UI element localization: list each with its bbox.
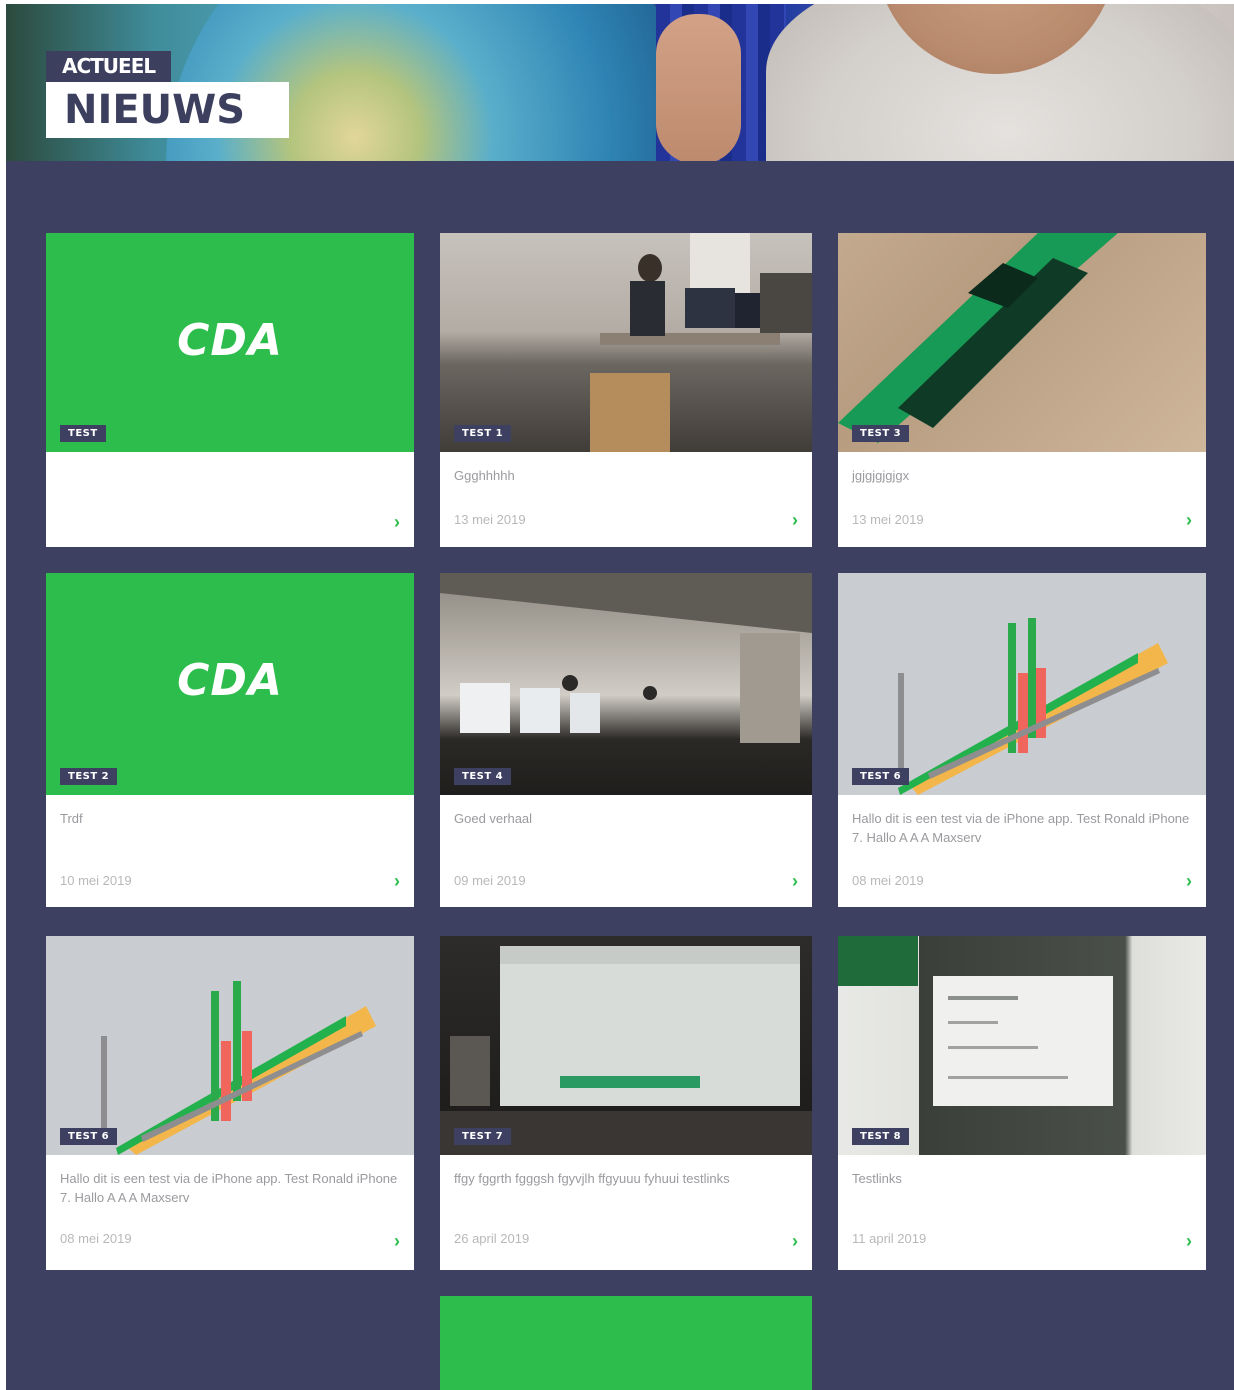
office-photo: [590, 233, 812, 452]
card-body: Ggghhhhh 13 mei 2019 ›: [440, 452, 812, 547]
card-body: jgjgjgjgjgx 13 mei 2019 ›: [838, 452, 1206, 547]
card-tag: TEST 6: [60, 1128, 118, 1145]
card-image: TEST 6: [46, 936, 414, 1155]
card-image: TEST 4: [440, 573, 812, 795]
card-title: Hallo dit is een test via de iPhone app.…: [60, 1171, 398, 1205]
news-card[interactable]: TEST 7 ffgy fggrth fgggsh fgyvjlh ffgyuu…: [440, 936, 812, 1270]
card-date: 08 mei 2019: [60, 1231, 132, 1246]
card-date: 09 mei 2019: [454, 873, 526, 888]
card-date: 08 mei 2019: [852, 873, 924, 888]
page-title: NIEUWS: [46, 82, 289, 138]
news-card[interactable]: CDA TEST ›: [46, 233, 414, 547]
card-image: TEST 6: [838, 573, 1206, 795]
hand-image: [656, 14, 741, 161]
card-title: Testlinks: [852, 1171, 902, 1186]
card-body: ›: [46, 452, 414, 547]
news-card[interactable]: CDA TEST 2 Trdf 10 mei 2019 ›: [46, 573, 414, 907]
chevron-right-icon[interactable]: ›: [1186, 871, 1192, 892]
card-tag: TEST 6: [852, 768, 910, 785]
card-body: Goed verhaal 09 mei 2019 ›: [440, 795, 812, 907]
card-body: Hallo dit is een test via de iPhone app.…: [838, 795, 1206, 907]
card-title: Goed verhaal: [454, 811, 533, 826]
section-kicker: ACTUEEL: [46, 51, 172, 82]
chevron-right-icon[interactable]: ›: [394, 512, 400, 533]
news-card[interactable]: TEST 3 jgjgjgjgjgx 13 mei 2019 ›: [838, 233, 1206, 547]
news-card[interactable]: TEST 8 Testlinks 11 april 2019 ›: [838, 936, 1206, 1270]
card-date: 10 mei 2019: [60, 873, 132, 888]
card-body: ffgy fggrth fgggsh fgyvjlh ffgyuuu fyhuu…: [440, 1155, 812, 1270]
card-body: Testlinks 11 april 2019 ›: [838, 1155, 1206, 1270]
chevron-right-icon[interactable]: ›: [792, 1231, 798, 1252]
hall-photo: [440, 573, 812, 743]
card-title: Trdf: [60, 811, 83, 826]
chevron-right-icon[interactable]: ›: [792, 871, 798, 892]
card-date: 13 mei 2019: [454, 512, 526, 527]
3d-chart-photo: [101, 981, 376, 1155]
card-image: TEST 8: [838, 936, 1206, 1155]
card-tag: TEST 7: [454, 1128, 512, 1145]
card-tag: TEST 4: [454, 768, 512, 785]
card-title: Hallo dit is een test via de iPhone app.…: [852, 811, 1190, 845]
card-tag: TEST 8: [852, 1128, 910, 1145]
news-card[interactable]: TEST 6 Hallo dit is een test via de iPho…: [46, 936, 414, 1270]
card-body: Hallo dit is een test via de iPhone app.…: [46, 1155, 414, 1270]
card-tag: TEST 3: [852, 425, 910, 442]
card-image: CDA TEST: [46, 233, 414, 452]
card-title: jgjgjgjgjgx: [852, 468, 910, 483]
card-tag: TEST 1: [454, 425, 512, 442]
chevron-right-icon[interactable]: ›: [394, 871, 400, 892]
chevron-right-icon[interactable]: ›: [792, 510, 798, 531]
card-tag: TEST 2: [60, 768, 118, 785]
card-image: TEST 7: [440, 936, 812, 1155]
green-device-photo: [838, 233, 1118, 443]
card-image: [440, 1296, 812, 1390]
cda-logo: CDA: [177, 315, 283, 366]
card-body: Trdf 10 mei 2019 ›: [46, 795, 414, 907]
card-image: TEST 3: [838, 233, 1206, 452]
news-grid: CDA TEST › TEST 1 Ggghhhhh 13 mei 2019 ›…: [6, 161, 1234, 1390]
screen-photo: [440, 946, 812, 1155]
chevron-right-icon[interactable]: ›: [394, 1231, 400, 1252]
chevron-right-icon[interactable]: ›: [1186, 1231, 1192, 1252]
news-card[interactable]: TEST 4 Goed verhaal 09 mei 2019 ›: [440, 573, 812, 907]
card-image: TEST 1: [440, 233, 812, 452]
news-card[interactable]: [440, 1296, 812, 1390]
card-tag: TEST: [60, 425, 106, 442]
card-title: ffgy fggrth fgggsh fgyvjlh ffgyuuu fyhuu…: [454, 1171, 730, 1186]
card-date: 26 april 2019: [454, 1231, 530, 1246]
card-title: Ggghhhhh: [454, 468, 515, 483]
news-card[interactable]: TEST 6 Hallo dit is een test via de iPho…: [838, 573, 1206, 907]
chevron-right-icon[interactable]: ›: [1186, 510, 1192, 531]
cda-logo: CDA: [177, 655, 283, 706]
news-card[interactable]: TEST 1 Ggghhhhh 13 mei 2019 ›: [440, 233, 812, 547]
card-date: 11 april 2019: [852, 1231, 927, 1246]
card-date: 13 mei 2019: [852, 512, 924, 527]
card-title: [60, 466, 400, 510]
3d-chart-photo: [898, 618, 1168, 795]
sign-photo: [838, 936, 1113, 1106]
card-image: CDA TEST 2: [46, 573, 414, 795]
